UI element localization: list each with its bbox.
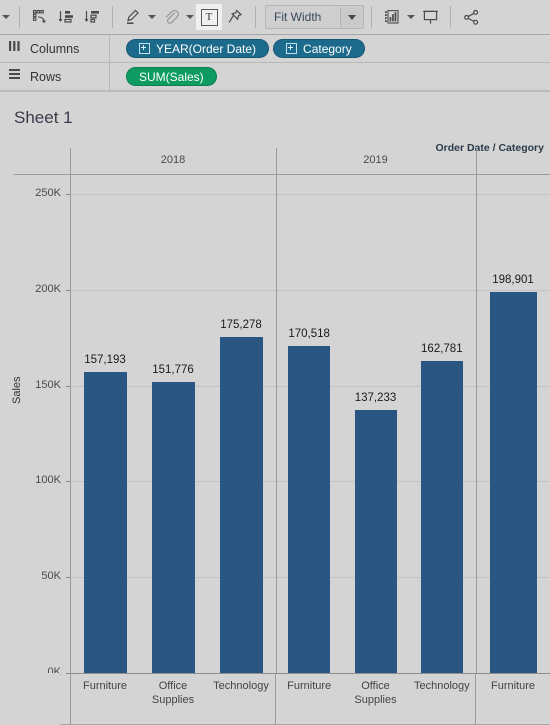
x-axis-left-pad bbox=[0, 673, 60, 725]
toolbar-divider-3 bbox=[255, 6, 256, 28]
pill-year-order-date[interactable]: YEAR(Order Date) bbox=[126, 39, 270, 58]
y-axis-tick-label: 150K bbox=[35, 378, 61, 391]
bar-mark[interactable] bbox=[288, 346, 331, 673]
bar-value-label: 137,233 bbox=[354, 392, 397, 405]
fit-selector-dropdown-icon[interactable] bbox=[340, 7, 363, 27]
bar-value-label: 151,776 bbox=[152, 364, 194, 377]
show-me-icon[interactable] bbox=[379, 4, 405, 30]
bar-value-label: 198,901 bbox=[492, 274, 534, 287]
gridline bbox=[71, 289, 550, 291]
worksheet-view: Sheet 1 Order Date / Category 2018 2019 S… bbox=[0, 91, 550, 725]
pin-icon[interactable] bbox=[222, 4, 248, 30]
pill-sum-sales[interactable]: SUM(Sales) bbox=[126, 67, 217, 86]
attachment-icon[interactable] bbox=[158, 4, 184, 30]
text-annotation-glyph: T bbox=[200, 8, 218, 26]
bar-mark[interactable] bbox=[354, 410, 397, 673]
bar-value-label: 170,518 bbox=[288, 328, 330, 341]
y-axis-tick-label: 100K bbox=[35, 474, 61, 487]
year-header[interactable]: 2019 bbox=[276, 154, 475, 166]
columns-shelf-text: Columns bbox=[30, 41, 80, 56]
x-axis-category-label[interactable]: Furniture bbox=[276, 679, 342, 693]
share-icon[interactable] bbox=[458, 4, 484, 30]
bar-mark[interactable] bbox=[219, 337, 263, 673]
columns-drop-zone[interactable]: YEAR(Order Date) Category bbox=[110, 35, 550, 62]
fit-selector-value: Fit Width bbox=[274, 10, 322, 24]
page-title: Sheet 1 bbox=[14, 108, 73, 127]
bar-mark[interactable] bbox=[489, 292, 537, 673]
x-axis-category-label[interactable]: Office Supplies bbox=[139, 679, 207, 707]
sort-ascending-icon[interactable] bbox=[53, 4, 79, 30]
presentation-mode-icon[interactable] bbox=[417, 4, 443, 30]
highlighter-group bbox=[120, 4, 158, 30]
y-axis-tick-label: 200K bbox=[35, 282, 61, 295]
rows-icon bbox=[8, 67, 22, 86]
y-axis-line bbox=[70, 148, 71, 673]
expand-plus-icon[interactable] bbox=[286, 43, 298, 54]
rows-drop-zone[interactable]: SUM(Sales) bbox=[110, 63, 550, 90]
toolbar-divider-2 bbox=[112, 6, 113, 28]
x-axis-category-band: Furniture Office Supplies Technology Furnit… bbox=[0, 673, 550, 725]
sort-descending-icon[interactable] bbox=[79, 4, 105, 30]
columns-shelf[interactable]: Columns YEAR(Order Date) Category bbox=[0, 35, 550, 63]
toolbar: T Fit Width bbox=[0, 0, 550, 35]
gridline bbox=[71, 194, 550, 196]
columns-icon bbox=[8, 39, 22, 58]
pill-label: Category bbox=[303, 41, 352, 56]
panel-divider bbox=[276, 148, 277, 673]
toolbar-divider-4 bbox=[371, 6, 372, 28]
pill-category[interactable]: Category bbox=[273, 39, 365, 58]
x-axis-category-label[interactable]: Office Supplies bbox=[342, 679, 408, 707]
x-axis-category-label[interactable]: Furniture bbox=[476, 679, 550, 693]
pill-label: SUM(Sales) bbox=[139, 69, 204, 84]
x-axis-category-label[interactable]: Technology bbox=[207, 679, 275, 693]
expand-plus-icon[interactable] bbox=[139, 43, 150, 54]
sort-swap-icon[interactable] bbox=[27, 4, 53, 30]
y-axis-band-divider bbox=[70, 673, 71, 725]
pill-label: YEAR(Order Date) bbox=[156, 41, 257, 56]
rows-shelf-label: Rows bbox=[0, 63, 110, 90]
bar-mark[interactable] bbox=[420, 361, 463, 673]
y-axis-tick-label: 50K bbox=[41, 570, 61, 583]
columns-shelf-label: Columns bbox=[0, 35, 110, 62]
highlighter-caret-icon[interactable] bbox=[146, 4, 158, 30]
plot-area: Sales 0K 50K 100K 150K 200K 250K 157,193 151,77… bbox=[11, 148, 550, 678]
year-header-band: 2018 2019 bbox=[0, 148, 550, 175]
rows-shelf-text: Rows bbox=[30, 69, 62, 84]
panel-divider bbox=[476, 148, 477, 673]
text-annotation-icon[interactable]: T bbox=[196, 4, 222, 30]
tableau-worksheet-window: T Fit Width Columns YEAR(Order Date) Cat… bbox=[0, 0, 550, 725]
rows-shelf[interactable]: Rows SUM(Sales) bbox=[0, 63, 550, 91]
bar-value-label: 162,781 bbox=[421, 343, 463, 356]
bar-mark[interactable] bbox=[83, 371, 127, 673]
fit-selector[interactable]: Fit Width bbox=[265, 5, 364, 29]
toolbar-overflow-caret-icon[interactable] bbox=[0, 4, 12, 30]
bar-mark[interactable] bbox=[151, 382, 195, 673]
x-axis-category-label[interactable]: Furniture bbox=[71, 679, 139, 693]
attachment-caret-icon[interactable] bbox=[184, 4, 196, 30]
toolbar-divider-5 bbox=[450, 6, 451, 28]
y-axis-tick-label: 250K bbox=[35, 187, 61, 200]
year-header[interactable]: 2018 bbox=[71, 154, 275, 166]
x-axis-category-label[interactable]: Technology bbox=[409, 679, 475, 693]
highlighter-icon[interactable] bbox=[120, 4, 146, 30]
show-me-caret-icon[interactable] bbox=[405, 4, 417, 30]
toolbar-divider bbox=[19, 6, 20, 28]
